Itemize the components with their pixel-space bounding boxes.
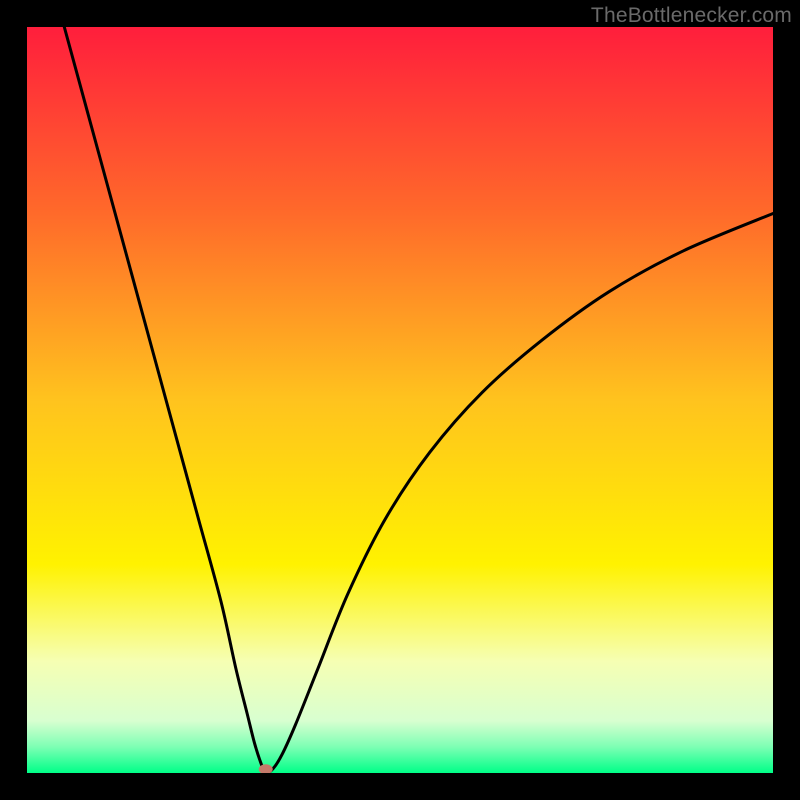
chart-area — [27, 27, 773, 773]
watermark-text: TheBottlenecker.com — [591, 4, 792, 28]
chart-background — [27, 27, 773, 773]
chart-svg — [27, 27, 773, 773]
